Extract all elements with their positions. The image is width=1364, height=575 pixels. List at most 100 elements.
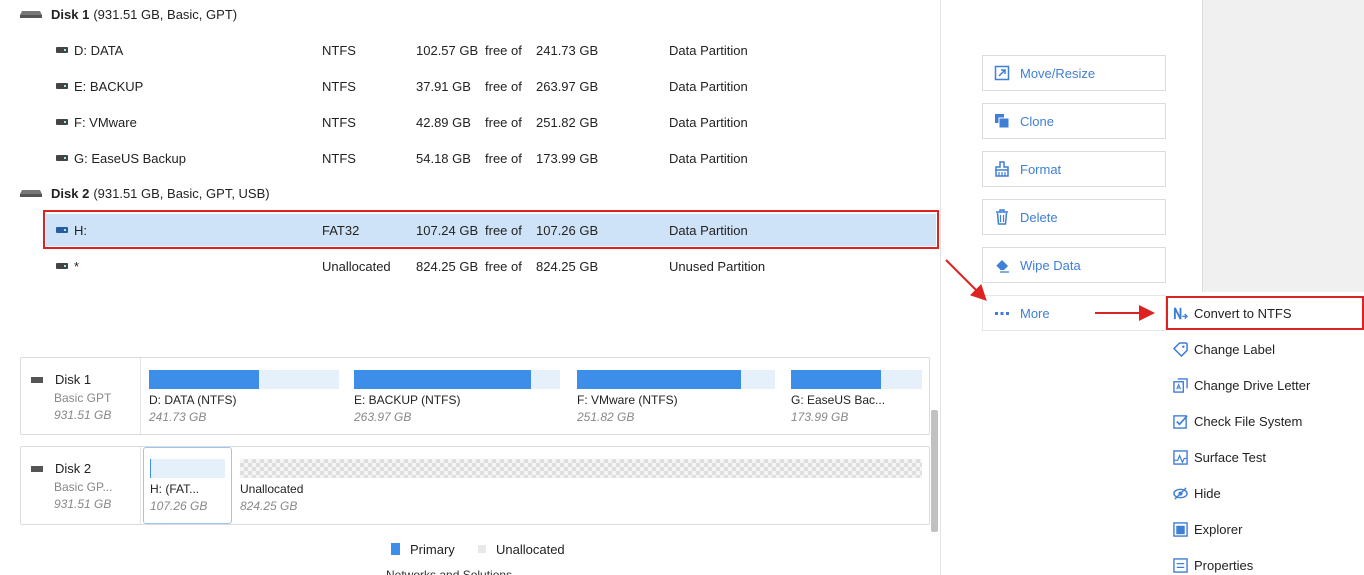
usage-fill [354, 370, 532, 389]
disk-map-style: Basic GPT [54, 391, 112, 405]
map-partition-block[interactable]: D: DATA (NTFS) 241.73 GB [149, 370, 339, 430]
disk-map-size: 931.51 GB [54, 497, 112, 511]
map-partition-size: 263.97 GB [354, 410, 412, 424]
drive-icon [56, 47, 68, 53]
partition-filesystem: NTFS [322, 115, 356, 130]
disk2-map-info: Disk 2 Basic GP... 931.51 GB [21, 447, 141, 524]
drive-icon [56, 119, 68, 125]
map-partition-block-selected[interactable]: H: (FAT... 107.26 GB [143, 447, 232, 524]
partition-total: 251.82 GB [536, 115, 599, 130]
map-unallocated-block[interactable]: Unallocated 824.25 GB [240, 459, 440, 519]
selection-highlight-box [43, 210, 939, 249]
map-partition-block[interactable]: G: EaseUS Bac... 173.99 GB [791, 370, 922, 430]
map-partition-block[interactable]: F: VMware (NTFS) 251.82 GB [577, 370, 775, 430]
menu-item-label: Hide [1194, 485, 1221, 501]
disk1-map-card[interactable]: Disk 1 Basic GPT 931.51 GB D: DATA (NTFS… [20, 357, 930, 435]
delete-label: Delete [1020, 209, 1058, 225]
delete-button[interactable]: Delete [982, 199, 1166, 235]
scrollbar-thumb[interactable] [931, 410, 938, 532]
arrow-to-more [945, 259, 987, 301]
menu-item-surface-test[interactable]: Surface Test [1167, 439, 1364, 475]
clone-icon [994, 113, 1010, 129]
delete-icon [994, 209, 1010, 225]
tag-icon [1172, 341, 1188, 357]
partition-name: E: BACKUP [74, 79, 144, 94]
disk-map-style: Basic GP... [54, 480, 113, 494]
disk1-header[interactable]: Disk 1 (931.51 GB, Basic, GPT) [20, 4, 237, 24]
menu-item-explorer[interactable]: Explorer [1167, 511, 1364, 547]
map-partition-label: H: (FAT... [150, 482, 200, 496]
partition-free: 54.18 GB [416, 151, 471, 166]
format-button[interactable]: Format [982, 151, 1166, 187]
partition-name: F: VMware [74, 115, 137, 130]
partition-row[interactable]: E: BACKUP NTFS 37.91 GB free of 263.97 G… [46, 70, 936, 102]
format-label: Format [1020, 161, 1062, 177]
partition-total: 241.73 GB [536, 43, 599, 58]
partition-total: 824.25 GB [536, 259, 599, 274]
usage-bar [150, 459, 225, 478]
drive-letter-icon [1172, 377, 1188, 393]
clone-button[interactable]: Clone [982, 103, 1166, 139]
map-partition-label: F: VMware (NTFS) [577, 393, 678, 407]
disk2-map-card[interactable]: Disk 2 Basic GP... 931.51 GB H: (FAT... … [20, 446, 930, 525]
partition-type: Data Partition [669, 79, 748, 94]
partition-row[interactable]: F: VMware NTFS 42.89 GB free of 251.82 G… [46, 106, 936, 138]
more-icon [994, 305, 1010, 321]
usage-fill [791, 370, 882, 389]
disk-map-title: Disk 2 [55, 461, 92, 476]
wipe-data-icon [994, 257, 1010, 273]
legend-primary: Primary [391, 541, 455, 557]
partition-name: D: DATA [74, 43, 124, 58]
map-partition-label: D: DATA (NTFS) [149, 393, 237, 407]
map-partition-block-h: H: (FAT... 107.26 GB [150, 459, 225, 519]
partition-filesystem: NTFS [322, 151, 356, 166]
drive-icon [56, 155, 68, 161]
hard-disk-icon [20, 11, 42, 18]
usage-fill [149, 370, 260, 389]
menu-item-label: Check File System [1194, 413, 1303, 429]
wipe-data-button[interactable]: Wipe Data [982, 247, 1166, 283]
menu-item-properties[interactable]: Properties [1167, 547, 1364, 575]
partition-free-of: free of [485, 151, 522, 166]
legend-unallocated: Unallocated [478, 541, 565, 557]
partition-free-of: free of [485, 115, 522, 130]
drive-icon [56, 263, 68, 269]
disk2-header[interactable]: Disk 2 (931.51 GB, Basic, GPT, USB) [20, 183, 270, 203]
partition-filesystem: Unallocated [322, 259, 391, 274]
move-resize-icon [994, 65, 1010, 81]
move-resize-button[interactable]: Move/Resize [982, 55, 1166, 91]
partition-type: Data Partition [669, 43, 748, 58]
map-partition-size: 251.82 GB [577, 410, 635, 424]
hard-disk-icon [20, 190, 42, 197]
properties-icon [1172, 557, 1188, 573]
map-partition-block[interactable]: E: BACKUP (NTFS) 263.97 GB [354, 370, 560, 430]
partition-free: 824.25 GB [416, 259, 479, 274]
menu-item-change-drive-letter[interactable]: Change Drive Letter [1167, 367, 1364, 403]
partition-pane: Disk 1 (931.51 GB, Basic, GPT) D: DATA N… [0, 0, 941, 575]
move-resize-label: Move/Resize [1020, 65, 1096, 81]
partition-name: G: EaseUS Backup [74, 151, 186, 166]
disk-map-title: Disk 1 [55, 372, 92, 387]
menu-item-change-label[interactable]: Change Label [1167, 331, 1364, 367]
menu-item-check-file-system[interactable]: Check File System [1167, 403, 1364, 439]
map-partition-size: 241.73 GB [149, 410, 207, 424]
partition-total: 263.97 GB [536, 79, 599, 94]
more-button[interactable]: More [982, 295, 1166, 331]
partition-row[interactable]: * Unallocated 824.25 GB free of 824.25 G… [46, 250, 936, 282]
disk1-details: (931.51 GB, Basic, GPT) [93, 6, 238, 22]
format-icon [994, 161, 1010, 177]
disk1-map-info: Disk 1 Basic GPT 931.51 GB [21, 358, 141, 434]
partition-free-of: free of [485, 43, 522, 58]
map-partition-size: 173.99 GB [791, 410, 849, 424]
disk2-name: Disk 2 [51, 185, 90, 201]
unallocated-swatch [478, 545, 486, 553]
menu-item-hide[interactable]: Hide [1167, 475, 1364, 511]
partition-name: * [74, 259, 80, 274]
partition-row[interactable]: D: DATA NTFS 102.57 GB free of 241.73 GB… [46, 34, 936, 66]
hard-disk-icon [31, 466, 43, 472]
partition-free-of: free of [485, 79, 522, 94]
usage-fill [577, 370, 742, 389]
partition-free: 37.91 GB [416, 79, 471, 94]
partition-row[interactable]: G: EaseUS Backup NTFS 54.18 GB free of 1… [46, 142, 936, 174]
map-partition-label: Unallocated [240, 482, 304, 496]
